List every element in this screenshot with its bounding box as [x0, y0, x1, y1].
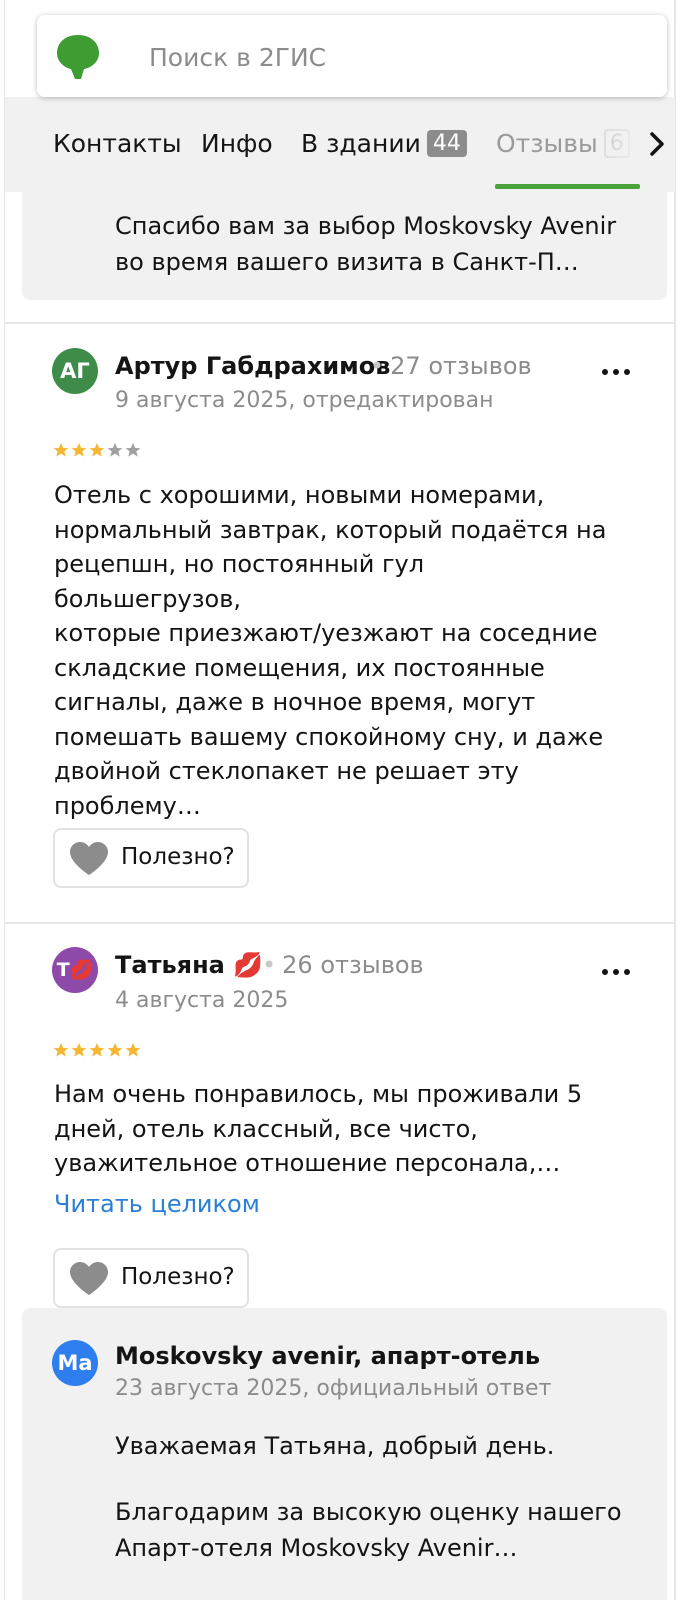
review-text: Отель с хорошими, новыми номерами, норма…: [54, 478, 614, 823]
useful-button[interactable]: Полезно?: [53, 828, 249, 888]
reply-text-line: Благодарим за высокую оценку нашего: [115, 1498, 622, 1526]
star-rating: [53, 443, 141, 457]
tab-label: Отзывы: [496, 129, 598, 158]
heart-icon: [70, 842, 108, 875]
reply-text-line: во время вашего визита в Санкт-П…: [115, 248, 579, 276]
search-bar[interactable]: [37, 15, 667, 97]
review-author[interactable]: Татьяна 💋: [115, 951, 263, 979]
star-icon: [107, 443, 123, 457]
review-text-line: уважительное отношение персонала,…: [54, 1149, 561, 1177]
tab-label: Инфо: [201, 129, 273, 158]
heart-icon: [70, 1262, 108, 1295]
star-icon: [71, 443, 87, 457]
star-icon: [53, 1043, 69, 1057]
tab-label: В здании: [301, 129, 421, 158]
tab-bar: Контакты Инфо В здании44 Отзывы6: [5, 97, 675, 192]
useful-button[interactable]: Полезно?: [53, 1248, 249, 1308]
review-date: 4 августа 2025: [115, 988, 289, 1013]
star-icon: [89, 443, 105, 457]
review-text-line: сигналы, даже в ночное время, могут: [54, 688, 536, 716]
author-review-count: • 27 отзывов: [370, 352, 532, 380]
review-text-line: рецепшн, но постоянный гул большегрузов,: [54, 550, 425, 613]
review-text-line: Нам очень понравилось, мы проживали 5: [54, 1080, 583, 1108]
tab-in-building[interactable]: В здании 44: [301, 129, 467, 158]
frame-border-right: [674, 0, 676, 1600]
reply-date: 23 августа 2025, официальный ответ: [115, 1376, 552, 1401]
useful-label: Полезно?: [121, 1264, 235, 1290]
divider: [5, 922, 675, 924]
divider: [5, 322, 675, 324]
review-text-line: двойной стеклопакет не решает эту: [54, 757, 519, 785]
avatar[interactable]: АГ: [52, 348, 98, 394]
star-icon: [89, 1043, 105, 1057]
review-count-text: 26 отзывов: [282, 951, 424, 979]
review-text-line: Отель с хорошими, новыми номерами,: [54, 481, 545, 509]
reply-author[interactable]: Moskovsky avenir, апарт-отель: [115, 1342, 540, 1370]
tab-fade: [595, 97, 645, 182]
tab-label: Контакты: [53, 129, 182, 158]
star-icon: [53, 443, 69, 457]
tab-count-badge: 44: [426, 130, 467, 157]
review-text: Нам очень понравилось, мы проживали 5 дн…: [54, 1077, 614, 1181]
star-icon: [125, 1043, 141, 1057]
star-icon: [107, 1043, 123, 1057]
chevron-right-icon[interactable]: [641, 119, 675, 169]
review-text-line: складские помещения, их постоянные: [54, 653, 545, 682]
tab-info[interactable]: Инфо: [201, 129, 273, 158]
reply-text-line: Спасибо вам за выбор Moskovsky Avenir: [115, 212, 617, 240]
star-rating: [53, 1043, 141, 1057]
more-dots-icon[interactable]: [598, 962, 638, 982]
avatar[interactable]: Ma: [52, 1340, 98, 1386]
review-text-line: которые приезжают/уезжают на соседние: [54, 619, 598, 647]
logo-2gis-icon[interactable]: [57, 33, 99, 81]
useful-label: Полезно?: [121, 844, 235, 870]
frame-border-left: [4, 0, 5, 1600]
reply-text-line: Апарт-отеля Moskovsky Avenir…: [115, 1534, 518, 1562]
star-icon: [71, 1043, 87, 1057]
avatar[interactable]: Т💋: [52, 947, 98, 993]
review-text-line: помешать вашему спокойному сну, и даже: [54, 722, 604, 751]
review-text-line: проблему…: [54, 791, 201, 820]
review-count-text: 27 отзывов: [390, 352, 532, 380]
review-date: 9 августа 2025, отредактирован: [115, 388, 494, 413]
review-text-line: нормальный завтрак, который подаётся на: [54, 515, 607, 544]
star-icon: [125, 443, 141, 457]
active-tab-indicator: [495, 184, 640, 189]
author-review-count: • 26 отзывов: [262, 951, 424, 979]
official-reply-card: Спасибо вам за выбор Moskovsky Avenir во…: [22, 192, 667, 300]
official-reply-card: Ma Moskovsky avenir, апарт-отель 23 авгу…: [22, 1308, 667, 1600]
review-text-line: дней, отель классный, все чисто,: [54, 1114, 478, 1143]
search-input[interactable]: [147, 35, 631, 79]
tab-contacts[interactable]: Контакты: [53, 129, 182, 158]
more-dots-icon[interactable]: [598, 362, 638, 382]
review-author[interactable]: Артур Габдрахимов: [115, 352, 390, 380]
reply-greeting: Уважаемая Татьяна, добрый день.: [115, 1432, 555, 1460]
read-more-link[interactable]: Читать целиком: [54, 1190, 260, 1218]
